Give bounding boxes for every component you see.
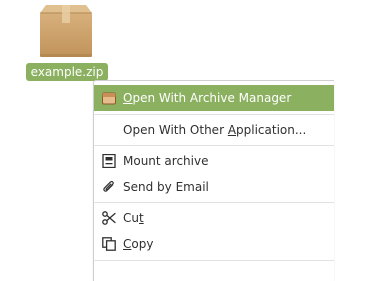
menu-item-label: Open With Archive Manager <box>123 91 292 105</box>
menu-item-label: Open With Other Application... <box>123 123 307 137</box>
menu-item-send-by-email[interactable]: Send by Email <box>94 174 334 200</box>
context-menu: Open With Archive Manager Open With Othe… <box>93 80 334 281</box>
archive-manager-icon <box>102 92 116 105</box>
package-archive-icon[interactable] <box>36 3 96 61</box>
scissors-icon <box>102 211 116 225</box>
menu-item-label: Cut <box>123 211 144 225</box>
menu-item-cut[interactable]: Cut <box>94 205 334 231</box>
file-name-label[interactable]: example.zip <box>26 63 108 81</box>
menu-separator <box>94 114 334 115</box>
mount-archive-icon <box>102 154 116 168</box>
menu-separator <box>94 260 334 261</box>
menu-separator <box>94 145 334 146</box>
menu-separator <box>94 202 334 203</box>
menu-item-label: Mount archive <box>123 154 209 168</box>
menu-item-label: Copy <box>123 237 154 251</box>
menu-item-label: Send by Email <box>123 180 209 194</box>
copy-icon <box>102 237 116 251</box>
paperclip-icon <box>103 180 114 192</box>
menu-item-copy[interactable]: Copy <box>94 231 334 257</box>
menu-item-open-with-other-application[interactable]: Open With Other Application... <box>94 117 334 143</box>
menu-item-open-with-archive-manager[interactable]: Open With Archive Manager <box>94 85 334 111</box>
menu-item-mount-archive[interactable]: Mount archive <box>94 148 334 174</box>
